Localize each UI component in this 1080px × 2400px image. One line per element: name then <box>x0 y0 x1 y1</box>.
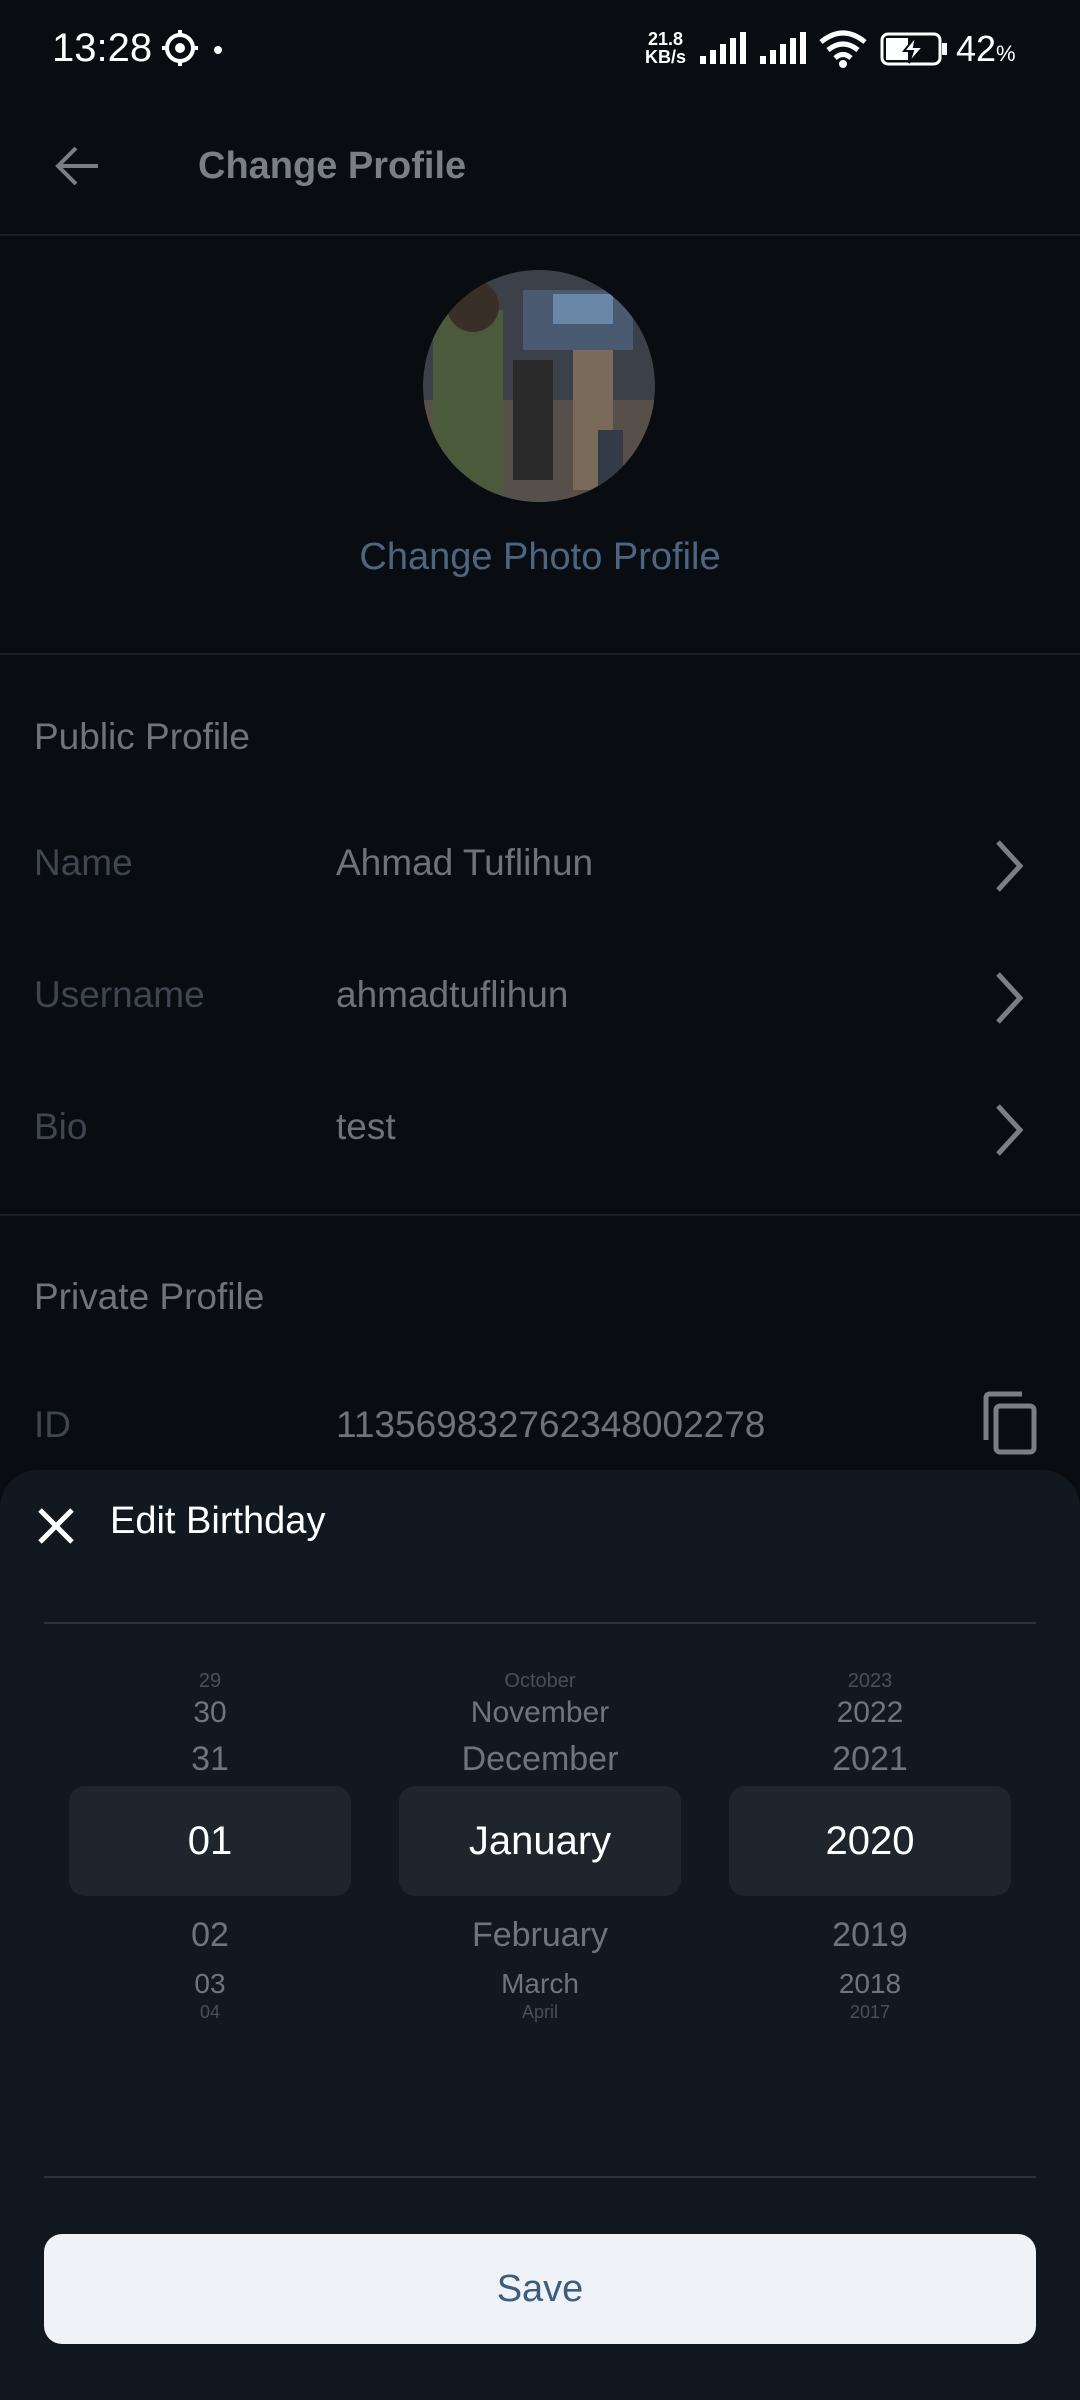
id-value: 1135698327623480022​78 <box>336 1404 766 1445</box>
picker-item[interactable]: 2019 <box>729 1916 1011 1955</box>
divider <box>44 1622 1036 1624</box>
name-label: Name <box>34 842 133 883</box>
copy-icon[interactable] <box>980 1390 1040 1456</box>
save-button[interactable]: Save <box>44 2234 1036 2344</box>
settings-gear-icon <box>162 30 198 66</box>
bio-label: Bio <box>34 1106 88 1147</box>
battery-charging-icon <box>880 32 947 66</box>
chevron-right-icon <box>996 1104 1024 1156</box>
divider <box>44 2176 1036 2178</box>
edit-birthday-sheet: Edit Birthday 29 30 31 01 02 03 04 Octob… <box>0 1470 1080 2400</box>
username-label: Username <box>34 974 205 1015</box>
picker-item[interactable]: 2022 <box>729 1696 1011 1730</box>
month-selected[interactable]: January <box>399 1786 681 1896</box>
picker-item[interactable]: 29 <box>69 1670 351 1693</box>
picker-item[interactable]: 2023 <box>729 1670 1011 1693</box>
day-selected[interactable]: 01 <box>69 1786 351 1896</box>
sheet-title: Edit Birthday <box>110 1500 326 1542</box>
day-picker[interactable]: 29 30 31 01 02 03 04 <box>69 1670 351 2110</box>
picker-item[interactable]: October <box>399 1670 681 1693</box>
network-speed: 21.8 KB/s <box>645 30 686 66</box>
picker-item[interactable]: 02 <box>69 1916 351 1955</box>
status-bar: 13:28 21.8 KB/s 42% <box>0 0 1080 100</box>
year-selected[interactable]: 2020 <box>729 1786 1011 1896</box>
bio-row[interactable]: Bio test <box>0 1074 1080 1184</box>
username-row[interactable]: Username ahmadtuflihun <box>0 942 1080 1052</box>
name-row[interactable]: Name Ahmad Tuflihun <box>0 810 1080 920</box>
month-picker[interactable]: October November December January Februa… <box>399 1670 681 2110</box>
battery-percentage: 42% <box>956 28 1016 69</box>
wifi-icon <box>819 30 867 68</box>
username-value: ahmadtuflihun <box>336 974 569 1015</box>
year-picker[interactable]: 2023 2022 2021 2020 2019 2018 2017 <box>729 1670 1011 2110</box>
divider <box>0 653 1080 655</box>
network-speed-unit: KB/s <box>645 47 687 67</box>
picker-item[interactable]: 03 <box>69 1968 351 2000</box>
name-value: Ahmad Tuflihun <box>336 842 594 883</box>
divider <box>0 1214 1080 1216</box>
cellular-signal-icon <box>700 32 746 64</box>
private-profile-title: Private Profile <box>34 1276 265 1317</box>
picker-item[interactable]: 30 <box>69 1696 351 1730</box>
cellular-signal-2-icon <box>760 32 806 64</box>
picker-item[interactable]: 31 <box>69 1740 351 1779</box>
status-time: 13:28 <box>52 26 153 70</box>
back-arrow-icon[interactable] <box>48 136 108 196</box>
picker-item[interactable]: 04 <box>69 2002 351 2023</box>
picker-item[interactable]: 2018 <box>729 1968 1011 2000</box>
change-photo-link[interactable]: Change Photo Profile <box>0 536 1080 579</box>
profile-photo-avatar[interactable] <box>423 270 655 502</box>
public-profile-title: Public Profile <box>34 716 250 757</box>
network-speed-value: 21.8 <box>647 29 684 49</box>
page-title: Change Profile <box>198 145 467 187</box>
picker-item[interactable]: March <box>399 1968 681 2000</box>
id-label: ID <box>34 1404 71 1445</box>
picker-item[interactable]: April <box>399 2002 681 2023</box>
bio-value: test <box>336 1106 396 1147</box>
picker-item[interactable]: February <box>399 1916 681 1955</box>
chevron-right-icon <box>996 972 1024 1024</box>
picker-item[interactable]: 2021 <box>729 1740 1011 1779</box>
picker-item[interactable]: December <box>399 1740 681 1779</box>
notification-dot-icon <box>214 46 222 54</box>
picker-item[interactable]: 2017 <box>729 2002 1011 2023</box>
picker-item[interactable]: November <box>399 1696 681 1730</box>
close-icon[interactable] <box>34 1504 78 1548</box>
app-header: Change Profile <box>0 100 1080 236</box>
chevron-right-icon <box>996 840 1024 892</box>
